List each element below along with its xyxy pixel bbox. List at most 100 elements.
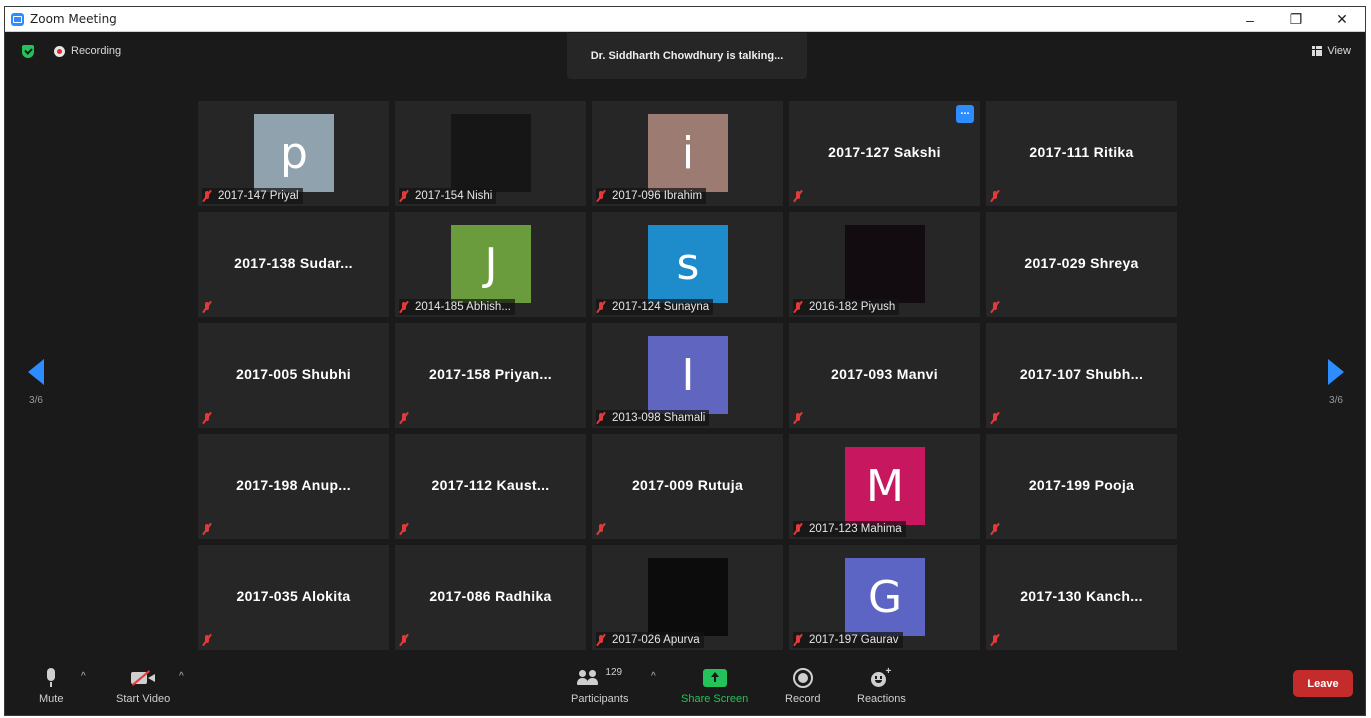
participant-more-button[interactable]: ... (956, 105, 974, 123)
mic-muted-icon (990, 634, 1000, 646)
participants-button[interactable]: 129 Participants (571, 665, 629, 706)
participant-status (596, 521, 616, 537)
participant-tile[interactable]: I 2013-098 Shamali (592, 323, 783, 428)
participant-name: 2017-112 Kaust... (431, 476, 550, 493)
participant-name: 2017-096 Ibrahim (612, 190, 703, 202)
participant-tile[interactable]: G 2017-197 Gaurav (789, 545, 980, 650)
participant-count: 129 (605, 666, 623, 678)
recording-icon (54, 46, 65, 57)
mute-button[interactable]: Mute (39, 665, 63, 705)
participant-tile[interactable]: i 2017-096 Ibrahim (592, 101, 783, 206)
participant-tile[interactable]: 2017-130 Kanch... (986, 545, 1177, 650)
reactions-button[interactable]: + Reactions (857, 665, 906, 705)
participant-name: 2017-158 Priyan... (429, 365, 552, 382)
participant-name: 2017-005 Shubhi (236, 365, 351, 382)
participant-name: 2017-093 Manvi (831, 365, 938, 382)
arrow-right-icon[interactable] (1328, 359, 1344, 385)
participant-name: 2017-086 Radhika (429, 587, 552, 604)
zoom-app-icon (11, 12, 24, 26)
close-button[interactable]: ✕ (1319, 7, 1365, 32)
participant-avatar: G (845, 558, 925, 636)
mic-muted-icon (399, 523, 409, 535)
participant-status (990, 188, 1010, 204)
mute-label: Mute (39, 693, 64, 705)
meeting-toolbar: Mute ^ Start Video ^ 129 Participants ^ … (5, 659, 1365, 715)
participant-tile[interactable]: 2017-199 Pooja (986, 434, 1177, 539)
audio-options-caret[interactable]: ^ (81, 671, 86, 682)
mic-muted-icon (399, 190, 409, 202)
recording-label: Recording (71, 45, 122, 57)
participant-name: 2017-199 Pooja (1028, 476, 1135, 493)
minimize-button[interactable]: – (1227, 7, 1273, 32)
restore-button[interactable]: ❐ (1273, 7, 1319, 32)
participant-tile[interactable]: 2016-182 Piyush (789, 212, 980, 317)
participant-tile[interactable]: 2017-035 Alokita (198, 545, 389, 650)
participant-tile[interactable]: J 2014-185 Abhish... (395, 212, 586, 317)
participants-options-caret[interactable]: ^ (651, 671, 656, 682)
participant-name-tag: 2016-182 Piyush (793, 299, 900, 315)
mic-muted-icon (399, 634, 409, 646)
participant-status (793, 188, 813, 204)
participant-avatar: s (648, 225, 728, 303)
participants-icon (577, 669, 601, 687)
participant-name: 2014-185 Abhish... (415, 301, 511, 313)
participant-name: 2017-198 Anup... (236, 476, 351, 493)
participant-name: 2017-124 Sunayna (612, 301, 710, 313)
share-screen-icon (702, 669, 727, 687)
participant-tile[interactable]: 2017-158 Priyan... (395, 323, 586, 428)
participant-tile[interactable]: 2017-029 Shreya (986, 212, 1177, 317)
leave-button[interactable]: Leave (1293, 670, 1353, 697)
participant-name: 2017-130 Kanch... (1020, 587, 1143, 604)
video-off-icon (130, 669, 156, 687)
participant-tile[interactable]: 2017-086 Radhika (395, 545, 586, 650)
participant-status (990, 521, 1010, 537)
mic-muted-icon (596, 301, 606, 313)
record-button[interactable]: Record (785, 665, 820, 705)
microphone-icon (45, 667, 57, 689)
participant-name: 2017-029 Shreya (1024, 254, 1139, 271)
participant-status (399, 521, 419, 537)
next-page-nav[interactable]: 3/6 (1321, 359, 1351, 406)
participant-name-tag: 2017-026 Apurva (596, 632, 704, 648)
share-screen-button[interactable]: Share Screen (681, 665, 748, 705)
participant-tile[interactable]: 2017-198 Anup... (198, 434, 389, 539)
mic-muted-icon (596, 412, 606, 424)
mic-muted-icon (202, 523, 212, 535)
participant-name: 2017-111 Ritika (1029, 143, 1134, 160)
previous-page-nav[interactable]: 3/6 (21, 359, 51, 406)
participant-avatar: M (845, 447, 925, 525)
arrow-left-icon[interactable] (28, 359, 44, 385)
security-shield-icon[interactable] (22, 45, 34, 58)
participant-name: 2017-035 Alokita (236, 587, 351, 604)
mic-muted-icon (596, 523, 606, 535)
participants-label: Participants (571, 693, 629, 705)
participant-tile[interactable]: 2017-026 Apurva (592, 545, 783, 650)
participant-tile[interactable]: 2017-093 Manvi (789, 323, 980, 428)
participant-tile[interactable]: 2017-127 Sakshi... (789, 101, 980, 206)
participant-status (793, 410, 813, 426)
mic-muted-icon (596, 190, 606, 202)
participant-tile[interactable]: 2017-107 Shubh... (986, 323, 1177, 428)
participant-tile[interactable]: 2017-009 Rutuja (592, 434, 783, 539)
participant-tile[interactable]: s 2017-124 Sunayna (592, 212, 783, 317)
participant-tile[interactable]: p 2017-147 Priyal (198, 101, 389, 206)
participant-name-tag: 2017-123 Mahima (793, 521, 906, 537)
mic-muted-icon (793, 523, 803, 535)
start-video-button[interactable]: Start Video (116, 665, 170, 705)
window-controls: – ❐ ✕ (1227, 7, 1365, 32)
participant-name: 2017-154 Nishi (415, 190, 493, 202)
participant-avatar: I (648, 336, 728, 414)
participant-tile[interactable]: 2017-111 Ritika (986, 101, 1177, 206)
share-screen-label: Share Screen (681, 693, 749, 705)
participant-tile[interactable]: 2017-005 Shubhi (198, 323, 389, 428)
mic-muted-icon (990, 412, 1000, 424)
participant-tile[interactable]: 2017-112 Kaust... (395, 434, 586, 539)
participant-tile[interactable]: 2017-154 Nishi (395, 101, 586, 206)
view-button[interactable]: View (1312, 45, 1351, 57)
mic-muted-icon (793, 634, 803, 646)
participant-tile[interactable]: M 2017-123 Mahima (789, 434, 980, 539)
participant-tile[interactable]: 2017-138 Sudar... (198, 212, 389, 317)
title-bar: Zoom Meeting – ❐ ✕ (5, 7, 1365, 32)
mic-muted-icon (793, 190, 803, 202)
video-options-caret[interactable]: ^ (179, 671, 184, 682)
